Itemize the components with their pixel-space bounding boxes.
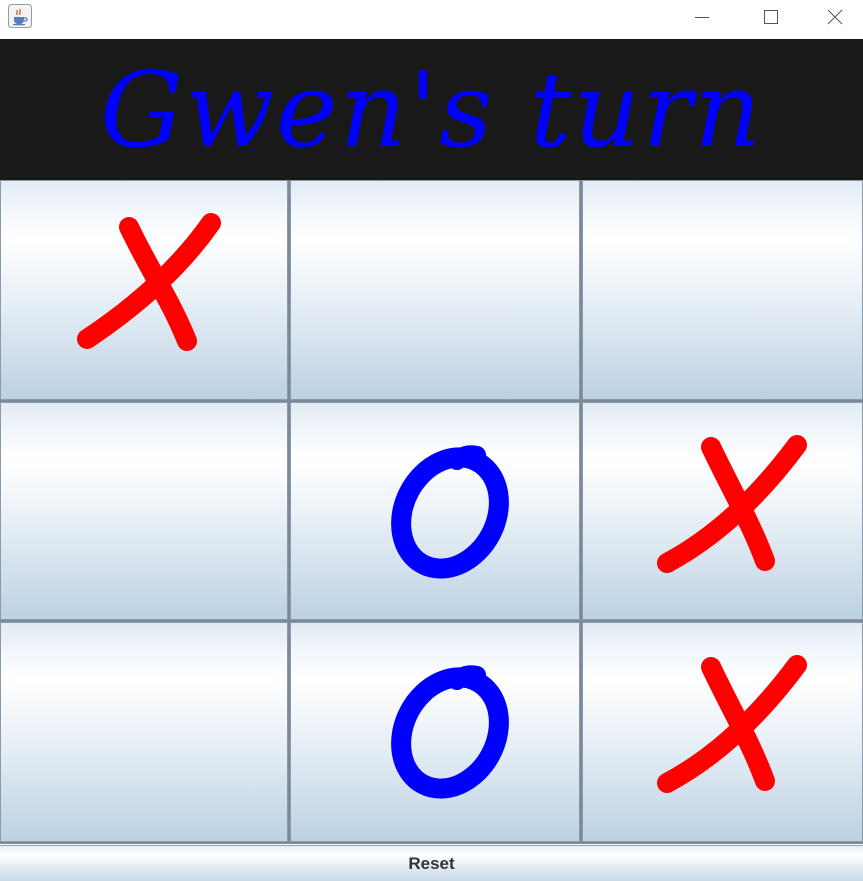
reset-button[interactable]: Reset: [0, 845, 863, 881]
o-mark-icon: [391, 445, 509, 579]
board-cell-2-1[interactable]: [0, 402, 288, 620]
reset-button-label: Reset: [408, 853, 455, 873]
x-mark-icon: [657, 435, 807, 573]
o-tail-stroke: [448, 445, 486, 470]
minimize-icon: [695, 17, 709, 18]
x-stroke: [657, 655, 807, 793]
board-cell-2-2[interactable]: [290, 402, 580, 620]
board-cell-2-3[interactable]: [582, 402, 863, 620]
minimize-button[interactable]: [667, 0, 737, 34]
close-button[interactable]: [806, 0, 863, 34]
board-cell-1-1[interactable]: [0, 180, 288, 400]
board-cell-1-2[interactable]: [290, 180, 580, 400]
title-bar: [0, 0, 863, 34]
x-mark-icon: [77, 213, 221, 351]
app-window: Gwen's turn Reset: [0, 0, 863, 881]
turn-status-text: Gwen's turn: [99, 48, 764, 171]
board-cell-3-1[interactable]: [0, 622, 288, 842]
game-board: [0, 180, 863, 844]
board-cell-3-3[interactable]: [582, 622, 863, 842]
o-tail-stroke: [448, 665, 486, 690]
x-mark-icon: [657, 655, 807, 793]
maximize-button[interactable]: [736, 0, 806, 34]
board-cell-1-3[interactable]: [582, 180, 863, 400]
close-icon: [827, 9, 842, 25]
board-cell-3-2[interactable]: [290, 622, 580, 842]
java-cup-icon[interactable]: [8, 4, 32, 28]
o-mark-icon: [391, 665, 509, 799]
maximize-icon: [764, 10, 778, 24]
x-stroke: [657, 435, 807, 573]
x-stroke: [77, 213, 221, 349]
turn-header: Gwen's turn: [0, 39, 863, 180]
